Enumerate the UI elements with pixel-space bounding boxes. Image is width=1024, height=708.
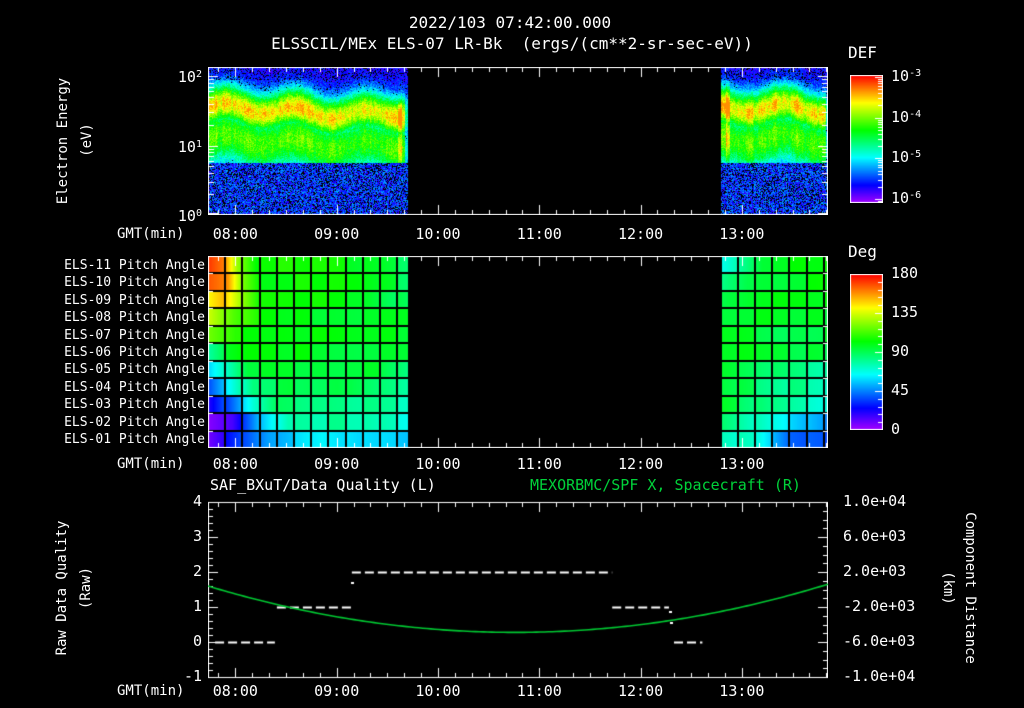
def-colorbar-tick-label-base: 10: [891, 148, 910, 166]
x-tick-label: 13:00: [719, 455, 765, 473]
bottom-right-tick-label: -1.0e+04: [843, 667, 916, 685]
x-tick-label: 09:00: [314, 455, 360, 473]
x-tick-label: 11:00: [516, 225, 562, 243]
pitch-angle-heatmap-canvas: [208, 256, 828, 448]
bottom-left-tick-label: 3: [192, 527, 202, 545]
bottom-right-tick-label: 6.0e+03: [843, 527, 907, 545]
def-colorbar-tick-label-base: 10: [891, 67, 910, 85]
def-colorbar-tick-label: 10-3: [891, 68, 921, 87]
pitch-row-label: ELS-10 Pitch Angle: [64, 275, 205, 291]
top-y-axis-units: (eV): [79, 123, 95, 157]
top-x-axis-title: GMT(min): [117, 226, 185, 242]
bottom-right-axis-title: Component Distance: [962, 512, 978, 664]
pitch-row-label: ELS-09 Pitch Angle: [64, 292, 205, 308]
x-tick-label: 11:00: [516, 682, 562, 700]
pitch-row-label: ELS-04 Pitch Angle: [64, 379, 205, 395]
def-colorbar-tick-label: 10-5: [891, 149, 921, 168]
bottom-left-tick-label: 4: [192, 492, 202, 510]
top-y-tick-label-base: 10: [177, 68, 196, 86]
x-tick-label: 11:00: [516, 455, 562, 473]
bottom-title-left: SAF_BXuT/Data Quality (L): [210, 476, 436, 494]
x-tick-label: 09:00: [314, 225, 360, 243]
pitch-row-label: ELS-01 Pitch Angle: [64, 432, 205, 448]
deg-colorbar-title: Deg: [848, 242, 877, 261]
x-tick-label: 12:00: [618, 682, 664, 700]
def-colorbar-tick-label-exp: -4: [909, 109, 922, 120]
page-title-timestamp: 2022/103 07:42:00.000: [408, 13, 612, 32]
deg-colorbar-tick-label: 0: [891, 420, 901, 438]
pitch-row-label: ELS-05 Pitch Angle: [64, 362, 205, 378]
top-y-tick-label: 101: [178, 139, 202, 158]
top-y-tick-label-exp: 0: [195, 208, 202, 219]
bottom-right-tick-label: -2.0e+03: [843, 597, 916, 615]
bottom-left-axis-title: Raw Data Quality: [54, 520, 70, 656]
def-colorbar-title: DEF: [848, 43, 877, 62]
pitch-row-label: ELS-03 Pitch Angle: [64, 397, 205, 413]
pitch-row-label: ELS-08 Pitch Angle: [64, 310, 205, 326]
quality-distance-plot-canvas: [208, 500, 828, 680]
pitch-row-label: ELS-11 Pitch Angle: [64, 257, 205, 273]
mid-x-axis-title: GMT(min): [117, 456, 185, 472]
deg-colorbar-tick-label: 90: [891, 342, 910, 360]
pitch-row-label: ELS-06 Pitch Angle: [64, 345, 205, 360]
def-colorbar-tick-label-exp: -3: [909, 68, 922, 79]
bottom-right-axis-units: (km): [940, 571, 956, 605]
x-tick-label: 12:00: [618, 225, 664, 243]
top-y-tick-label: 100: [178, 208, 202, 227]
bottom-left-tick-label: 1: [192, 597, 202, 615]
def-colorbar-tick-label: 10-6: [891, 190, 921, 209]
x-tick-label: 08:00: [212, 682, 258, 700]
bottom-left-tick-label: -1: [183, 667, 202, 685]
deg-colorbar-tick-label: 135: [891, 303, 919, 321]
def-colorbar-tick-label-exp: -6: [909, 190, 922, 201]
def-colorbar-tick-label-base: 10: [891, 189, 910, 207]
x-tick-label: 13:00: [719, 682, 765, 700]
def-colorbar-tick-label-exp: -5: [909, 149, 922, 160]
top-y-tick-label: 102: [178, 69, 202, 88]
x-tick-label: 13:00: [719, 225, 765, 243]
page-title-dataset: ELSSCIL/MEx ELS-07 LR-Bk (ergs/(cm**2-sr…: [271, 34, 753, 53]
x-tick-label: 10:00: [415, 455, 461, 473]
top-y-tick-label-base: 10: [177, 138, 196, 156]
electron-energy-spectrogram-canvas: [208, 67, 828, 215]
top-y-tick-label-base: 10: [177, 207, 196, 225]
x-tick-label: 10:00: [415, 225, 461, 243]
top-y-tick-label-exp: 2: [195, 69, 202, 80]
def-colorbar-tick-label-base: 10: [891, 108, 910, 126]
pitch-row-label: ELS-02 Pitch Angle: [64, 414, 205, 430]
x-tick-label: 12:00: [618, 455, 664, 473]
x-tick-label: 09:00: [314, 682, 360, 700]
top-y-axis-title: Electron Energy: [55, 77, 71, 205]
bottom-right-tick-label: 2.0e+03: [843, 562, 907, 580]
x-tick-label: 08:00: [212, 455, 258, 473]
def-colorbar-tick-label: 10-4: [891, 109, 921, 128]
deg-colorbar-tick-label: 45: [891, 381, 910, 399]
plot-page: 2022/103 07:42:00.000 ELSSCIL/MEx ELS-07…: [0, 0, 1024, 708]
deg-colorbar-tick-label: 180: [891, 264, 919, 282]
bottom-left-tick-label: 0: [192, 632, 202, 650]
bottom-right-tick-label: 1.0e+04: [843, 492, 907, 510]
bottom-right-tick-label: -6.0e+03: [843, 632, 916, 650]
def-colorbar-canvas: [850, 75, 883, 203]
x-tick-label: 08:00: [212, 225, 258, 243]
bottom-title-right: MEXORBMC/SPF X, Spacecraft (R): [530, 476, 801, 494]
x-tick-label: 10:00: [415, 682, 461, 700]
bottom-left-axis-units: (Raw): [78, 566, 94, 610]
bottom-x-axis-title: GMT(min): [117, 683, 185, 699]
top-y-tick-label-exp: 1: [195, 139, 202, 150]
deg-colorbar-canvas: [850, 274, 883, 430]
pitch-row-label: ELS-07 Pitch Angle: [64, 327, 205, 343]
bottom-left-tick-label: 2: [192, 562, 202, 580]
